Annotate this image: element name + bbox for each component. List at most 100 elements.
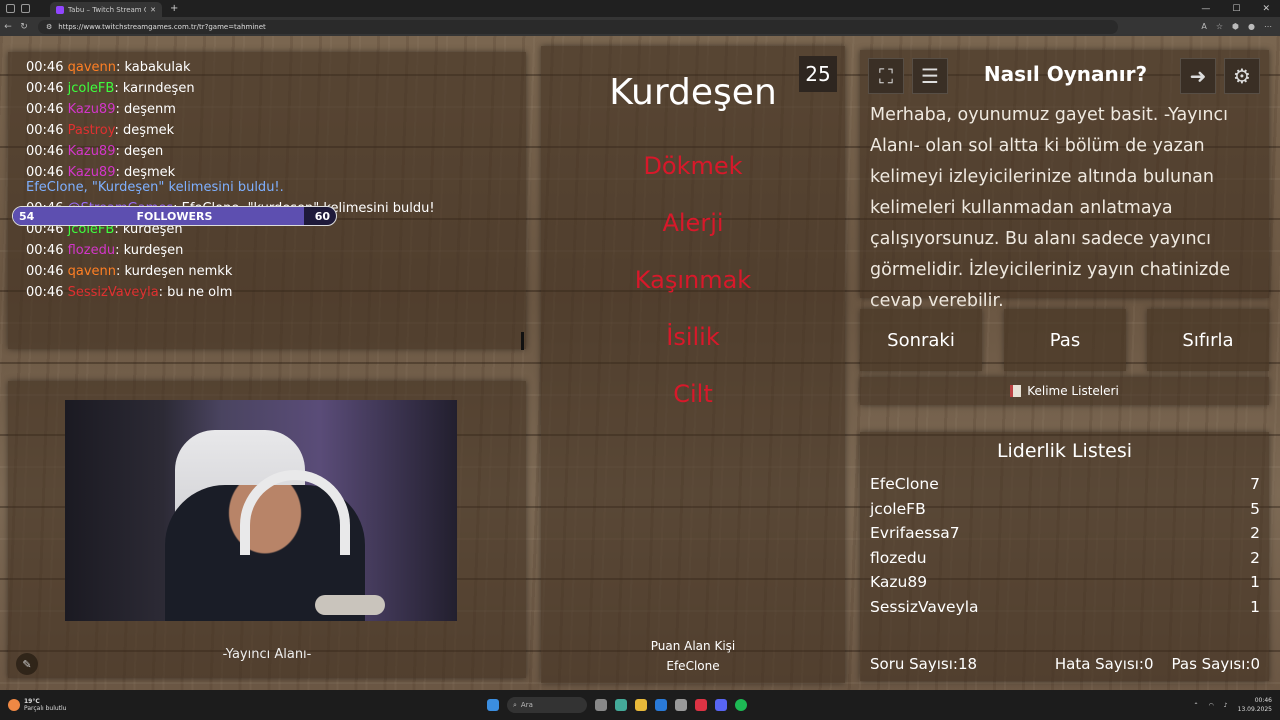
chat-lines: 00:46 qavenn: kabakulak 00:46 jcoleFB: ka… bbox=[8, 52, 526, 183]
pass-count-label: Pas Sayısı: bbox=[1171, 655, 1251, 673]
fullscreen-icon[interactable]: ⛶ bbox=[868, 58, 904, 94]
scorer-label: Puan Alan Kişi bbox=[650, 639, 736, 653]
chat-username[interactable]: Kazu89 bbox=[68, 102, 116, 117]
new-tab-icon[interactable]: + bbox=[170, 3, 178, 14]
bookmark-star-icon[interactable]: ☆ bbox=[1216, 22, 1223, 31]
tab-close-icon[interactable]: ✕ bbox=[150, 6, 156, 14]
windows-taskbar: 19°C Parçalı bulutlu ⌕ Ara ⌃ ◠ ♪ 00:46 13.0… bbox=[0, 690, 1280, 720]
player-name: flozedu bbox=[870, 548, 927, 567]
webcam-feed bbox=[65, 400, 457, 621]
taskbar-search[interactable]: ⌕ Ara bbox=[507, 697, 587, 713]
back-icon[interactable]: ← bbox=[0, 22, 16, 32]
app-icon[interactable] bbox=[695, 699, 707, 711]
close-window-icon[interactable]: ✕ bbox=[1262, 4, 1270, 14]
player-score: 2 bbox=[1250, 524, 1260, 543]
notebook-icon bbox=[1010, 385, 1022, 397]
leaderboard-row: EfeClone 7 bbox=[870, 472, 1260, 497]
system-tray: ⌃ ◠ ♪ 00:46 13.09.2025 bbox=[1194, 696, 1272, 714]
next-button[interactable]: Sonraki bbox=[860, 309, 982, 371]
weather-icon bbox=[8, 699, 20, 711]
chat-username[interactable]: qavenn bbox=[68, 264, 116, 279]
reload-icon[interactable]: ↻ bbox=[16, 22, 32, 32]
tab-actions-icon[interactable] bbox=[21, 4, 30, 13]
chat-line: 00:46 qavenn: kabakulak bbox=[26, 57, 526, 78]
chat-username[interactable]: SessizVaveyla bbox=[68, 285, 159, 300]
chat-username[interactable]: qavenn bbox=[68, 60, 116, 75]
chat-line: 00:46 jcoleFB: karındeşen bbox=[26, 78, 526, 99]
volume-icon[interactable]: ♪ bbox=[1224, 702, 1228, 709]
weather-widget[interactable]: 19°C Parçalı bulutlu bbox=[8, 698, 66, 712]
followers-current: 54 bbox=[19, 209, 35, 223]
leaderboard-row: Evrifaessa7 2 bbox=[870, 521, 1260, 546]
extension-icon[interactable]: ⬢ bbox=[1232, 22, 1239, 31]
tray-chevron-icon[interactable]: ⌃ bbox=[1194, 702, 1199, 709]
how-to-play-title: Nasıl Oynanır? bbox=[983, 62, 1148, 86]
chat-time: 00:46 bbox=[26, 285, 64, 300]
chat-scrollbar[interactable] bbox=[521, 332, 524, 350]
chat-username[interactable]: Kazu89 bbox=[68, 144, 116, 159]
copilot-icon[interactable] bbox=[615, 699, 627, 711]
edge-icon[interactable] bbox=[655, 699, 667, 711]
countdown-timer: 25 bbox=[799, 56, 837, 92]
clock[interactable]: 00:46 13.09.2025 bbox=[1238, 696, 1272, 714]
browser-tab[interactable]: Tabu – Twitch Stream Games ✕ bbox=[50, 2, 162, 17]
settings-gear-icon[interactable]: ⚙ bbox=[1224, 58, 1260, 94]
file-explorer-icon[interactable] bbox=[635, 699, 647, 711]
wifi-icon[interactable]: ◠ bbox=[1209, 702, 1214, 709]
discord-icon[interactable] bbox=[715, 699, 727, 711]
site-info-icon[interactable]: ⚙ bbox=[46, 23, 52, 31]
tab-title: Tabu – Twitch Stream Games bbox=[68, 5, 146, 14]
chat-line: 00:46 Kazu89: deşen bbox=[26, 141, 526, 162]
word-lists-button[interactable]: Kelime Listeleri bbox=[860, 377, 1269, 405]
spotify-icon[interactable] bbox=[735, 699, 747, 711]
clock-time: 00:46 bbox=[1254, 697, 1272, 704]
scorer-info: Puan Alan Kişi EfeClone bbox=[541, 636, 845, 676]
followers-goal: 60 bbox=[314, 209, 330, 223]
streamer-area-label: -Yayıncı Alanı- bbox=[222, 647, 312, 662]
how-to-play-panel: ⛶ ☰ Nasıl Oynanır? ➜ ⚙ Merhaba, oyunumuz… bbox=[860, 50, 1269, 311]
translate-icon[interactable]: A bbox=[1201, 22, 1206, 31]
pen-icon[interactable]: ✎ bbox=[16, 653, 38, 675]
chat-line: 00:46 Pastroy: deşmek bbox=[26, 120, 526, 141]
followers-label: FOLLOWERS bbox=[136, 209, 213, 223]
url-field[interactable]: ⚙ https://www.twitchstreamgames.com.tr/t… bbox=[38, 19, 1118, 34]
chat-time: 00:46 bbox=[26, 102, 64, 117]
leaderboard-row: SessizVaveyla 1 bbox=[870, 595, 1260, 620]
maximize-icon[interactable]: ☐ bbox=[1232, 4, 1240, 14]
streamer-area: -Yayıncı Alanı- ✎ bbox=[8, 381, 526, 678]
player-score: 1 bbox=[1250, 597, 1260, 616]
leaderboard-row: Kazu89 1 bbox=[870, 570, 1260, 595]
word-lists-label: Kelime Listeleri bbox=[1027, 384, 1119, 398]
chat-username[interactable]: Pastroy bbox=[68, 123, 115, 138]
chrome-icon[interactable] bbox=[675, 699, 687, 711]
error-count: 0 bbox=[1143, 655, 1154, 673]
chat-username[interactable]: flozedu bbox=[68, 243, 115, 258]
chat-time: 00:46 bbox=[26, 81, 64, 96]
leaderboard-rows: EfeClone 7 jcoleFB 5 Evrifaessa7 2 flozedu 2 Kaz… bbox=[870, 472, 1260, 620]
followers-goal-bar: 54 FOLLOWERS 60 bbox=[12, 206, 337, 226]
logout-icon[interactable]: ➜ bbox=[1180, 58, 1216, 94]
profile-icon[interactable]: ● bbox=[1248, 22, 1255, 31]
weather-desc: Parçalı bulutlu bbox=[24, 705, 67, 712]
task-view-icon[interactable] bbox=[595, 699, 607, 711]
pass-button[interactable]: Pas bbox=[1004, 309, 1126, 371]
chat-message: : deşenm bbox=[115, 102, 176, 117]
notes-icon[interactable]: ☰ bbox=[912, 58, 948, 94]
player-score: 7 bbox=[1250, 475, 1260, 493]
player-score: 5 bbox=[1250, 499, 1260, 518]
minimize-icon[interactable]: — bbox=[1201, 4, 1210, 14]
chat-message: : deşen bbox=[115, 144, 164, 159]
taboo-word: İsilik bbox=[666, 323, 720, 351]
window-menu-icon[interactable] bbox=[6, 4, 15, 13]
browser-tabbar: Tabu – Twitch Stream Games ✕ + — ☐ ✕ bbox=[0, 0, 1280, 17]
chat-line: 00:46 SessizVaveyla: bu ne olm bbox=[26, 282, 526, 303]
chat-message: : kurdeşen nemkk bbox=[116, 264, 233, 279]
start-windows-icon[interactable] bbox=[487, 699, 499, 711]
chat-time: 00:46 bbox=[26, 144, 64, 159]
chat-message: : deşmek bbox=[114, 123, 175, 138]
reset-button[interactable]: Sıfırla bbox=[1147, 309, 1269, 371]
chat-username[interactable]: jcoleFB bbox=[68, 81, 115, 96]
leaderboard-panel: Liderlik Listesi EfeClone 7 jcoleFB 5 Evrifa… bbox=[860, 432, 1269, 681]
chat-time: 00:46 bbox=[26, 243, 64, 258]
menu-dots-icon[interactable]: ⋯ bbox=[1264, 22, 1272, 31]
